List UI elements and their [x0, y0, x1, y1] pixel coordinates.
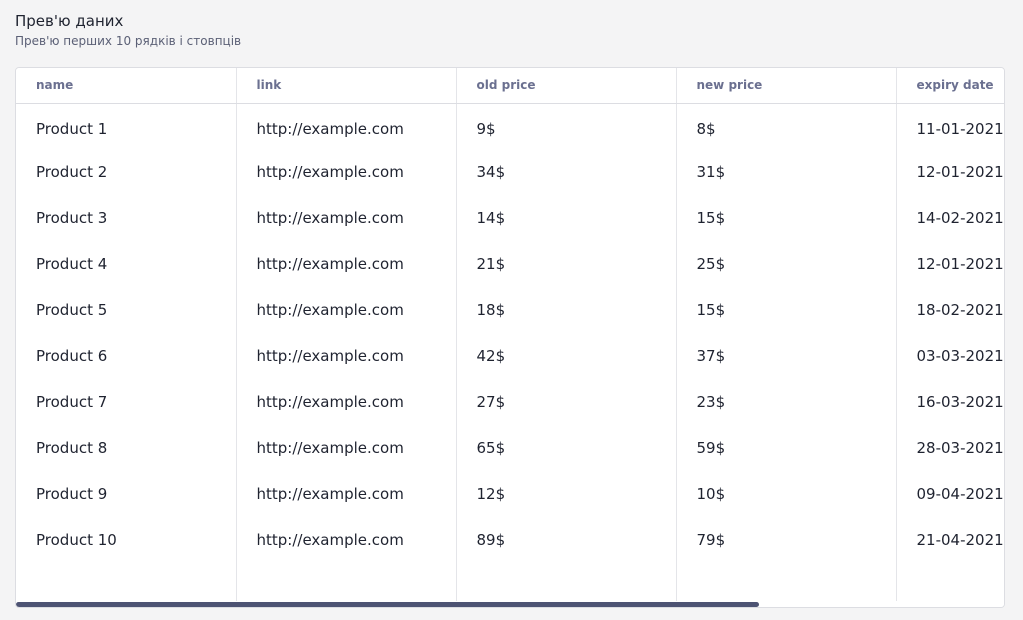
- table-row: Product 7 http://example.com 27$ 23$ 16-…: [16, 379, 1004, 425]
- page-subtitle: Прев'ю перших 10 рядків і стовпців: [15, 34, 242, 48]
- cell-name: Product 8: [16, 425, 237, 471]
- cell-expiry-date: 21-04-2021: [896, 517, 1004, 563]
- cell-new-price: 25$: [676, 241, 897, 287]
- column-header-name: name: [16, 68, 237, 104]
- cell-new-price: 15$: [676, 195, 897, 241]
- table-row: Product 2 http://example.com 34$ 31$ 12-…: [16, 149, 1004, 195]
- cell-new-price: 15$: [676, 287, 897, 333]
- cell-name: Product 9: [16, 471, 237, 517]
- table-row: Product 1 http://example.com 9$ 8$ 11-01…: [16, 103, 1004, 149]
- data-preview-page: Прев'ю даних Прев'ю перших 10 рядків і с…: [0, 0, 1023, 620]
- table-row: Product 10 http://example.com 89$ 79$ 21…: [16, 517, 1004, 563]
- cell-new-price: 23$: [676, 379, 897, 425]
- cell-old-price: 9$: [456, 103, 677, 149]
- column-header-link: link: [236, 68, 457, 104]
- cell-link: http://example.com: [236, 287, 457, 333]
- page-title: Прев'ю даних: [15, 12, 124, 30]
- cell-old-price: 21$: [456, 241, 677, 287]
- cell-link: http://example.com: [236, 471, 457, 517]
- cell-expiry-date: 12-01-2021: [896, 149, 1004, 195]
- cell-name: Product 10: [16, 517, 237, 563]
- table-header-row: name link old price new price expiry dat…: [16, 68, 1004, 104]
- cell-expiry-date: 14-02-2021: [896, 195, 1004, 241]
- cell-name: Product 1: [16, 103, 237, 149]
- table-filler-row: [16, 563, 1004, 603]
- cell-new-price: 10$: [676, 471, 897, 517]
- table-row: Product 8 http://example.com 65$ 59$ 28-…: [16, 425, 1004, 471]
- data-preview-table: name link old price new price expiry dat…: [16, 68, 1004, 603]
- cell-expiry-date: 12-01-2021: [896, 241, 1004, 287]
- cell-link: http://example.com: [236, 241, 457, 287]
- cell-new-price: 37$: [676, 333, 897, 379]
- cell-name: Product 6: [16, 333, 237, 379]
- cell-link: http://example.com: [236, 517, 457, 563]
- cell-link: http://example.com: [236, 379, 457, 425]
- column-header-expiry-date: expiry date: [896, 68, 1004, 104]
- cell-expiry-date: 16-03-2021: [896, 379, 1004, 425]
- cell-expiry-date: 03-03-2021: [896, 333, 1004, 379]
- cell-name: Product 7: [16, 379, 237, 425]
- cell-new-price: 59$: [676, 425, 897, 471]
- table-scroll-area[interactable]: name link old price new price expiry dat…: [16, 68, 1004, 603]
- table-row: Product 4 http://example.com 21$ 25$ 12-…: [16, 241, 1004, 287]
- cell-old-price: 89$: [456, 517, 677, 563]
- cell-old-price: 12$: [456, 471, 677, 517]
- cell-old-price: 18$: [456, 287, 677, 333]
- column-header-old-price: old price: [456, 68, 677, 104]
- cell-old-price: 27$: [456, 379, 677, 425]
- column-header-new-price: new price: [676, 68, 897, 104]
- cell-old-price: 42$: [456, 333, 677, 379]
- cell-expiry-date: 18-02-2021: [896, 287, 1004, 333]
- cell-new-price: 8$: [676, 103, 897, 149]
- table-row: Product 9 http://example.com 12$ 10$ 09-…: [16, 471, 1004, 517]
- cell-old-price: 65$: [456, 425, 677, 471]
- cell-link: http://example.com: [236, 103, 457, 149]
- cell-expiry-date: 11-01-2021: [896, 103, 1004, 149]
- table-row: Product 5 http://example.com 18$ 15$ 18-…: [16, 287, 1004, 333]
- cell-name: Product 3: [16, 195, 237, 241]
- cell-link: http://example.com: [236, 149, 457, 195]
- cell-name: Product 5: [16, 287, 237, 333]
- cell-old-price: 14$: [456, 195, 677, 241]
- horizontal-scrollbar-track[interactable]: [16, 601, 1004, 607]
- horizontal-scrollbar-thumb[interactable]: [16, 602, 759, 607]
- cell-name: Product 4: [16, 241, 237, 287]
- cell-link: http://example.com: [236, 195, 457, 241]
- cell-expiry-date: 09-04-2021: [896, 471, 1004, 517]
- data-preview-table-card: name link old price new price expiry dat…: [15, 67, 1005, 608]
- cell-name: Product 2: [16, 149, 237, 195]
- table-row: Product 6 http://example.com 42$ 37$ 03-…: [16, 333, 1004, 379]
- cell-expiry-date: 28-03-2021: [896, 425, 1004, 471]
- cell-link: http://example.com: [236, 333, 457, 379]
- cell-old-price: 34$: [456, 149, 677, 195]
- cell-new-price: 31$: [676, 149, 897, 195]
- cell-new-price: 79$: [676, 517, 897, 563]
- cell-link: http://example.com: [236, 425, 457, 471]
- table-row: Product 3 http://example.com 14$ 15$ 14-…: [16, 195, 1004, 241]
